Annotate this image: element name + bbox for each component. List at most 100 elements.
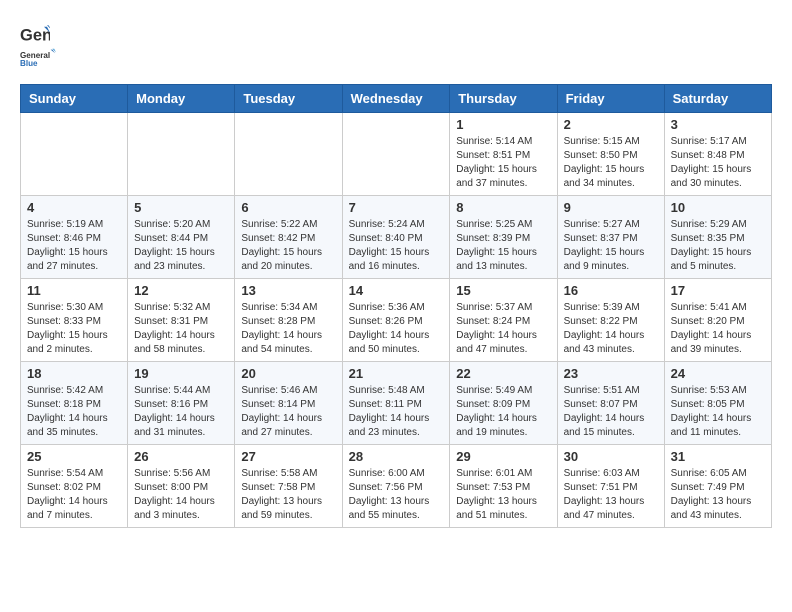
day-info: Sunrise: 5:46 AM Sunset: 8:14 PM Dayligh…	[241, 384, 335, 440]
day-number: 7	[349, 200, 444, 215]
day-number: 27	[241, 449, 335, 464]
calendar-week-row: 25 Sunrise: 5:54 AM Sunset: 8:02 PM Dayli…	[21, 445, 772, 528]
calendar-cell: 1Sunrise: 5:14 AM Sunset: 8:51 PM Daylig…	[450, 113, 557, 196]
day-number: 18	[27, 366, 121, 381]
day-info: Sunrise: 5:27 AM Sunset: 8:37 PM Dayligh…	[564, 218, 658, 274]
day-info: Sunrise: 5:54 AM Sunset: 8:02 PM Dayligh…	[27, 467, 121, 523]
calendar-cell: 25 Sunrise: 5:54 AM Sunset: 8:02 PM Dayli…	[21, 445, 128, 528]
calendar-cell: 8Sunrise: 5:25 AM Sunset: 8:39 PM Daylig…	[450, 196, 557, 279]
day-info: Sunrise: 5:20 AM Sunset: 8:44 PM Dayligh…	[134, 218, 228, 274]
calendar-table: SundayMondayTuesdayWednesdayThursdayFrid…	[20, 84, 772, 528]
calendar-cell: 4Sunrise: 5:19 AM Sunset: 8:46 PM Daylig…	[21, 196, 128, 279]
day-number: 26	[134, 449, 228, 464]
day-info: Sunrise: 5:39 AM Sunset: 8:22 PM Dayligh…	[564, 301, 658, 357]
day-info: Sunrise: 6:01 AM Sunset: 7:53 PM Dayligh…	[456, 467, 550, 523]
day-number: 23	[564, 366, 658, 381]
day-number: 30	[564, 449, 658, 464]
day-info: Sunrise: 5:36 AM Sunset: 8:26 PM Dayligh…	[349, 301, 444, 357]
day-info: Sunrise: 5:29 AM Sunset: 8:35 PM Dayligh…	[671, 218, 765, 274]
day-number: 1	[456, 117, 550, 132]
calendar-cell: 24 Sunrise: 5:53 AM Sunset: 8:05 PM Dayli…	[664, 362, 771, 445]
calendar-cell: 2 Sunrise: 5:15 AM Sunset: 8:50 PM Daylig…	[557, 113, 664, 196]
weekday-header-friday: Friday	[557, 85, 664, 113]
day-info: Sunrise: 5:15 AM Sunset: 8:50 PM Dayligh…	[564, 135, 658, 191]
calendar-cell: 6 Sunrise: 5:22 AM Sunset: 8:42 PM Daylig…	[235, 196, 342, 279]
calendar-cell: 16 Sunrise: 5:39 AM Sunset: 8:22 PM Dayli…	[557, 279, 664, 362]
day-info: Sunrise: 5:22 AM Sunset: 8:42 PM Dayligh…	[241, 218, 335, 274]
calendar-cell: 5 Sunrise: 5:20 AM Sunset: 8:44 PM Daylig…	[128, 196, 235, 279]
day-number: 13	[241, 283, 335, 298]
calendar-week-row: 11 Sunrise: 5:30 AM Sunset: 8:33 PM Dayli…	[21, 279, 772, 362]
calendar-cell: 3 Sunrise: 5:17 AM Sunset: 8:48 PM Daylig…	[664, 113, 771, 196]
general-blue-logo: General Blue	[20, 46, 56, 74]
svg-text:General: General	[20, 51, 50, 60]
day-number: 8	[456, 200, 550, 215]
day-info: Sunrise: 5:32 AM Sunset: 8:31 PM Dayligh…	[134, 301, 228, 357]
day-number: 17	[671, 283, 765, 298]
day-info: Sunrise: 5:42 AM Sunset: 8:18 PM Dayligh…	[27, 384, 121, 440]
weekday-header-monday: Monday	[128, 85, 235, 113]
day-number: 9	[564, 200, 658, 215]
day-number: 19	[134, 366, 228, 381]
calendar-week-row: 18 Sunrise: 5:42 AM Sunset: 8:18 PM Dayli…	[21, 362, 772, 445]
calendar-cell	[21, 113, 128, 196]
day-number: 11	[27, 283, 121, 298]
day-number: 24	[671, 366, 765, 381]
calendar-cell: 13 Sunrise: 5:34 AM Sunset: 8:28 PM Dayli…	[235, 279, 342, 362]
day-info: Sunrise: 5:30 AM Sunset: 8:33 PM Dayligh…	[27, 301, 121, 357]
day-info: Sunrise: 5:17 AM Sunset: 8:48 PM Dayligh…	[671, 135, 765, 191]
calendar-cell: 30 Sunrise: 6:03 AM Sunset: 7:51 PM Dayli…	[557, 445, 664, 528]
day-number: 6	[241, 200, 335, 215]
day-info: Sunrise: 6:00 AM Sunset: 7:56 PM Dayligh…	[349, 467, 444, 523]
header: General General Blue	[20, 20, 772, 74]
day-info: Sunrise: 5:51 AM Sunset: 8:07 PM Dayligh…	[564, 384, 658, 440]
calendar-cell: 26 Sunrise: 5:56 AM Sunset: 8:00 PM Dayli…	[128, 445, 235, 528]
day-number: 2	[564, 117, 658, 132]
calendar-cell	[342, 113, 450, 196]
day-number: 21	[349, 366, 444, 381]
calendar-cell: 10 Sunrise: 5:29 AM Sunset: 8:35 PM Dayli…	[664, 196, 771, 279]
day-number: 22	[456, 366, 550, 381]
calendar-cell	[128, 113, 235, 196]
day-info: Sunrise: 5:37 AM Sunset: 8:24 PM Dayligh…	[456, 301, 550, 357]
day-info: Sunrise: 5:34 AM Sunset: 8:28 PM Dayligh…	[241, 301, 335, 357]
calendar-cell	[235, 113, 342, 196]
calendar-cell: 12 Sunrise: 5:32 AM Sunset: 8:31 PM Dayli…	[128, 279, 235, 362]
calendar-cell: 17 Sunrise: 5:41 AM Sunset: 8:20 PM Dayli…	[664, 279, 771, 362]
day-number: 14	[349, 283, 444, 298]
day-info: Sunrise: 5:53 AM Sunset: 8:05 PM Dayligh…	[671, 384, 765, 440]
svg-text:Blue: Blue	[20, 59, 38, 68]
calendar-cell: 15Sunrise: 5:37 AM Sunset: 8:24 PM Dayli…	[450, 279, 557, 362]
day-info: Sunrise: 5:49 AM Sunset: 8:09 PM Dayligh…	[456, 384, 550, 440]
svg-text:General: General	[20, 26, 50, 44]
day-info: Sunrise: 5:41 AM Sunset: 8:20 PM Dayligh…	[671, 301, 765, 357]
calendar-cell: 18 Sunrise: 5:42 AM Sunset: 8:18 PM Dayli…	[21, 362, 128, 445]
calendar-cell: 7Sunrise: 5:24 AM Sunset: 8:40 PM Daylig…	[342, 196, 450, 279]
calendar-cell: 11 Sunrise: 5:30 AM Sunset: 8:33 PM Dayli…	[21, 279, 128, 362]
day-number: 10	[671, 200, 765, 215]
day-number: 31	[671, 449, 765, 464]
calendar-cell: 23 Sunrise: 5:51 AM Sunset: 8:07 PM Dayli…	[557, 362, 664, 445]
day-number: 29	[456, 449, 550, 464]
weekday-header-wednesday: Wednesday	[342, 85, 450, 113]
calendar-cell: 14 Sunrise: 5:36 AM Sunset: 8:26 PM Dayli…	[342, 279, 450, 362]
calendar-cell: 29 Sunrise: 6:01 AM Sunset: 7:53 PM Dayli…	[450, 445, 557, 528]
day-number: 16	[564, 283, 658, 298]
day-info: Sunrise: 5:44 AM Sunset: 8:16 PM Dayligh…	[134, 384, 228, 440]
day-info: Sunrise: 6:03 AM Sunset: 7:51 PM Dayligh…	[564, 467, 658, 523]
day-number: 12	[134, 283, 228, 298]
calendar-cell: 21Sunrise: 5:48 AM Sunset: 8:11 PM Dayli…	[342, 362, 450, 445]
logo: General General Blue	[20, 20, 56, 74]
day-number: 28	[349, 449, 444, 464]
day-number: 25	[27, 449, 121, 464]
day-info: Sunrise: 5:56 AM Sunset: 8:00 PM Dayligh…	[134, 467, 228, 523]
weekday-header-sunday: Sunday	[21, 85, 128, 113]
day-number: 4	[27, 200, 121, 215]
day-number: 5	[134, 200, 228, 215]
day-number: 20	[241, 366, 335, 381]
calendar-week-row: 1Sunrise: 5:14 AM Sunset: 8:51 PM Daylig…	[21, 113, 772, 196]
calendar-header-row: SundayMondayTuesdayWednesdayThursdayFrid…	[21, 85, 772, 113]
day-info: Sunrise: 5:58 AM Sunset: 7:58 PM Dayligh…	[241, 467, 335, 523]
day-number: 3	[671, 117, 765, 132]
calendar-week-row: 4Sunrise: 5:19 AM Sunset: 8:46 PM Daylig…	[21, 196, 772, 279]
